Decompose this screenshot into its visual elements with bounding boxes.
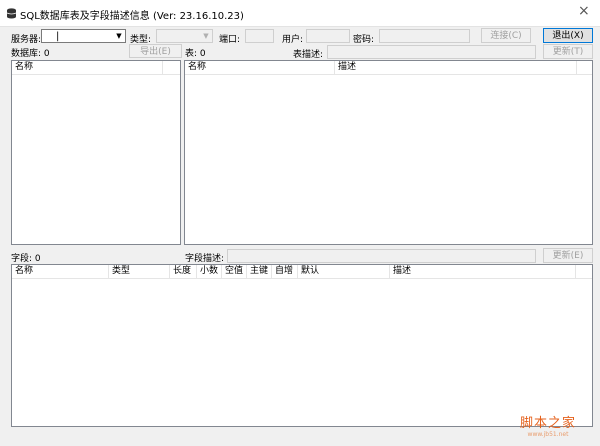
watermark-url: www.jb51.net <box>527 431 569 438</box>
exit-button[interactable]: 退出(X) <box>543 28 593 43</box>
watermark-main: 脚本之家 <box>520 416 577 431</box>
server-label: 服务器: <box>11 35 42 45</box>
user-label: 用户: <box>282 35 304 45</box>
export-button[interactable]: 导出(E) <box>129 44 182 58</box>
database-list[interactable]: 名称 <box>11 60 181 245</box>
field-list-header: 名称 类型 长度 小数 空值 主键 自增 默认 描述 <box>12 265 592 279</box>
window-title: SQL数据库表及字段描述信息 (Ver: 23.16.10.23) <box>20 11 244 22</box>
column-header-auto-increment[interactable]: 自增 <box>272 265 298 278</box>
table-desc-field[interactable] <box>327 45 536 59</box>
database-count-label: 数据库: 0 <box>11 49 50 59</box>
column-header-decimals[interactable]: 小数 <box>197 265 222 278</box>
chevron-down-icon[interactable]: ▼ <box>113 30 125 42</box>
port-field[interactable] <box>245 29 274 43</box>
field-desc-label: 字段描述: <box>185 254 225 264</box>
table-update-button[interactable]: 更新(T) <box>543 44 593 59</box>
title-bar: SQL数据库表及字段描述信息 (Ver: 23.16.10.23) × <box>0 0 600 27</box>
column-header-name[interactable]: 名称 <box>12 265 109 278</box>
column-header-description[interactable]: 描述 <box>335 61 577 74</box>
type-combo[interactable]: ▼ <box>156 29 213 43</box>
close-icon[interactable]: × <box>578 3 590 19</box>
column-header-name[interactable]: 名称 <box>12 61 163 74</box>
field-list[interactable]: 名称 类型 长度 小数 空值 主键 自增 默认 描述 <box>11 264 593 427</box>
password-label: 密码: <box>353 35 375 45</box>
port-label: 端口: <box>219 35 241 45</box>
column-header-nullable[interactable]: 空值 <box>222 265 247 278</box>
column-header-default[interactable]: 默认 <box>298 265 390 278</box>
connect-button[interactable]: 连接(C) <box>481 28 531 43</box>
site-watermark: 脚本之家 www.jb51.net <box>520 412 576 438</box>
database-icon <box>6 8 17 19</box>
column-header-name[interactable]: 名称 <box>185 61 335 74</box>
table-count-label: 表: 0 <box>185 49 206 59</box>
column-header-description[interactable]: 描述 <box>390 265 576 278</box>
database-list-header: 名称 <box>12 61 180 75</box>
server-combo[interactable]: | ▼ <box>41 29 126 43</box>
table-list-header: 名称 描述 <box>185 61 592 75</box>
server-value: | <box>56 31 60 42</box>
column-header-length[interactable]: 长度 <box>170 265 197 278</box>
chevron-down-icon[interactable]: ▼ <box>200 30 212 42</box>
table-list[interactable]: 名称 描述 <box>184 60 593 245</box>
column-header-primary-key[interactable]: 主键 <box>247 265 272 278</box>
column-header-type[interactable]: 类型 <box>109 265 170 278</box>
field-count-label: 字段: 0 <box>11 254 41 264</box>
field-update-button[interactable]: 更新(E) <box>543 248 593 263</box>
field-desc-field[interactable] <box>227 249 536 263</box>
table-desc-label: 表描述: <box>293 50 324 60</box>
password-field[interactable] <box>379 29 470 43</box>
user-field[interactable] <box>306 29 350 43</box>
